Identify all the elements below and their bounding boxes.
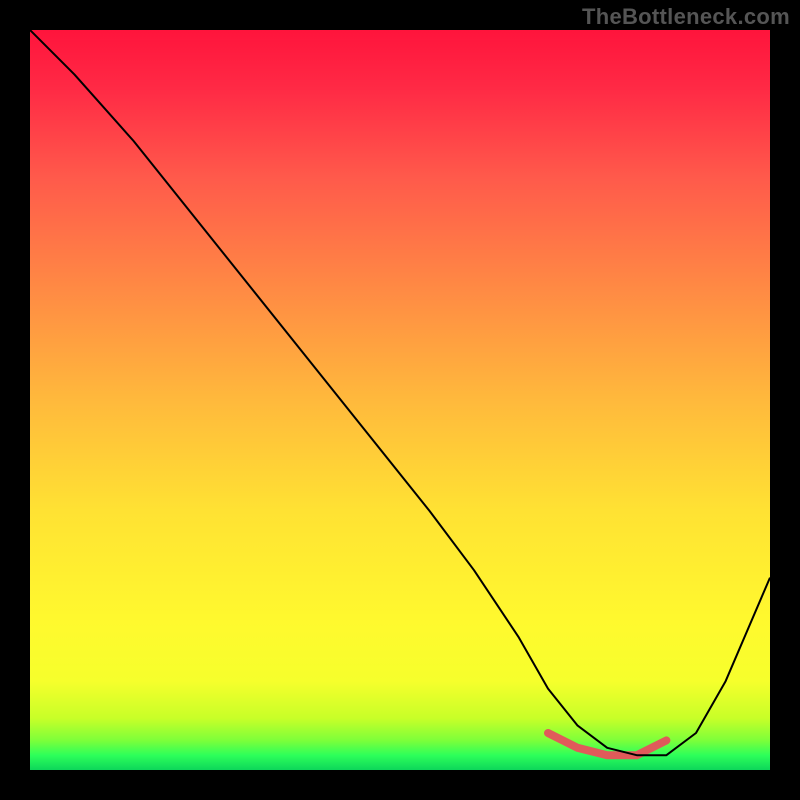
plot-area (30, 30, 770, 770)
chart-frame: TheBottleneck.com (0, 0, 800, 800)
watermark-text: TheBottleneck.com (582, 4, 790, 30)
chart-svg (30, 30, 770, 770)
highlight-segment (548, 733, 666, 755)
curve-line (30, 30, 770, 755)
